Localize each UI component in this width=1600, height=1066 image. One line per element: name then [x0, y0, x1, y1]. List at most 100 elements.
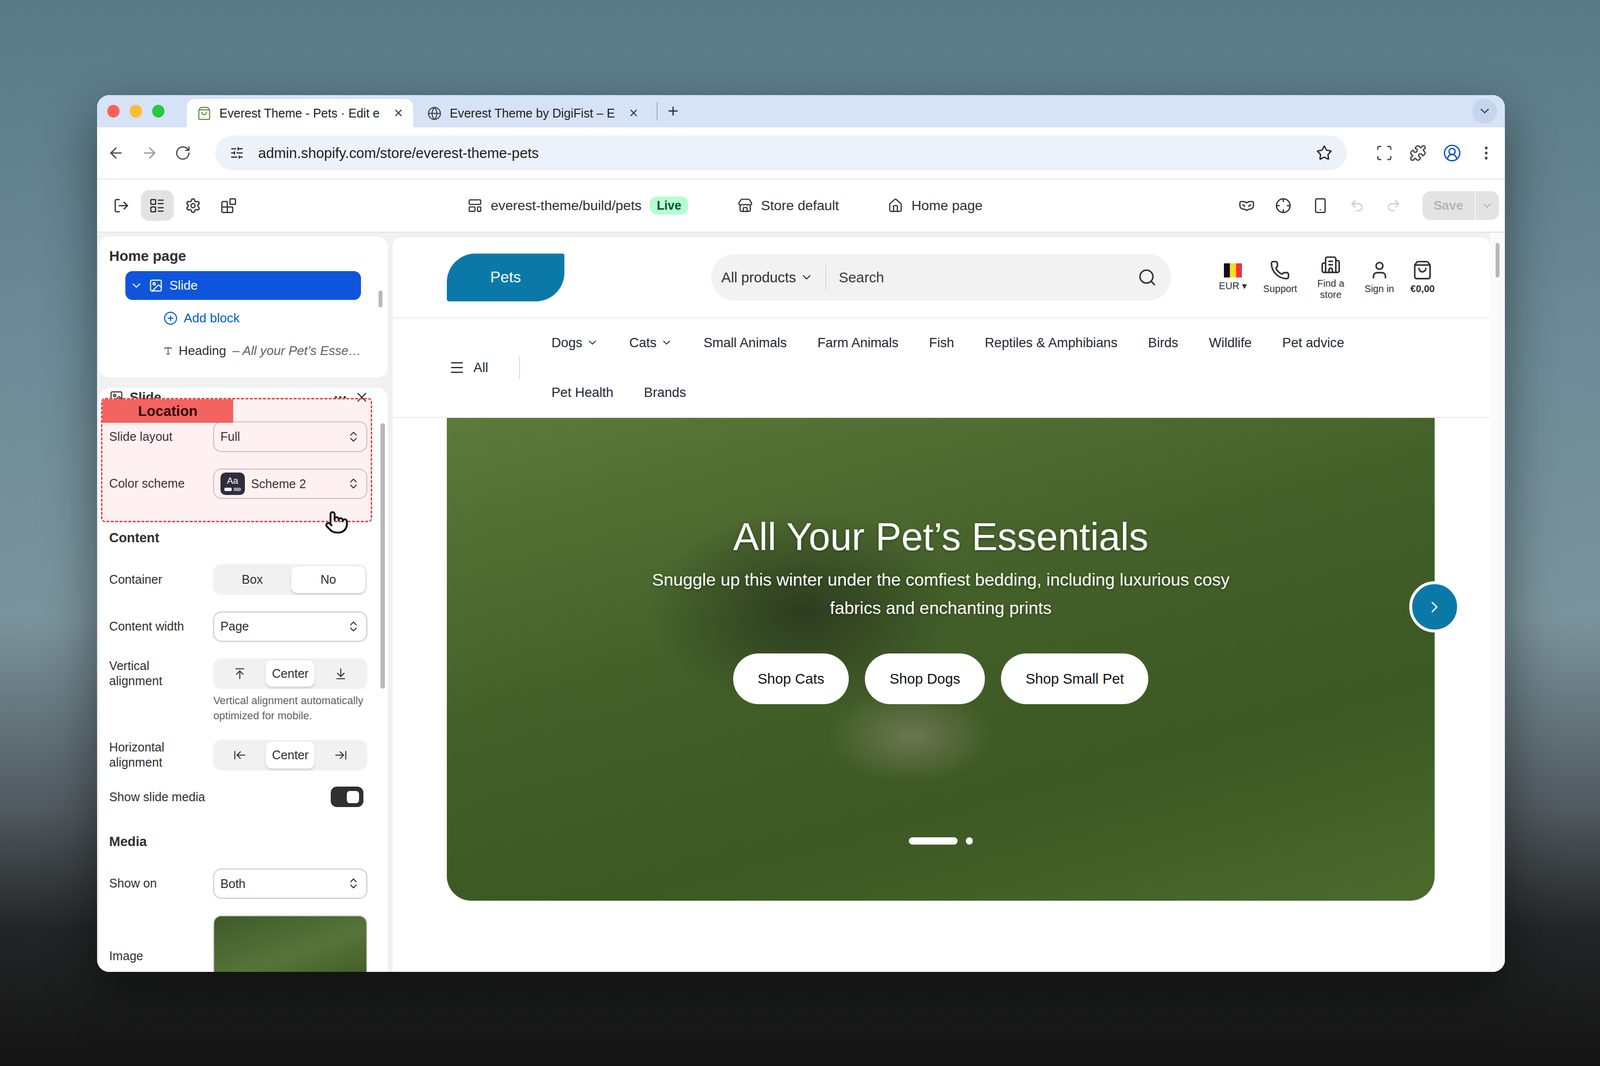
- hand-cursor-icon: [324, 510, 349, 535]
- hero-button[interactable]: Shop Dogs: [864, 653, 985, 705]
- segment-option[interactable]: [215, 741, 264, 769]
- nav-item[interactable]: Farm Animals: [817, 335, 899, 351]
- tab-label: Everest Theme by DigiFist – E: [449, 106, 615, 121]
- nav-item[interactable]: Brands: [643, 384, 686, 401]
- star-icon[interactable]: [1316, 144, 1333, 161]
- mobile-button[interactable]: [1303, 190, 1337, 221]
- segment-option[interactable]: No: [291, 566, 366, 593]
- segment-option[interactable]: Box: [215, 566, 290, 593]
- select[interactable]: Page: [213, 611, 368, 643]
- help-text: Vertical alignment automatically optimiz…: [213, 693, 368, 724]
- segment-option[interactable]: [316, 660, 366, 687]
- new-tab-button[interactable]: +: [656, 101, 679, 121]
- tree-item[interactable]: Add block: [125, 303, 361, 333]
- extensions-icon[interactable]: [1409, 144, 1427, 162]
- slide-dot[interactable]: [965, 837, 974, 845]
- nav-item[interactable]: Wildlife: [1208, 335, 1252, 351]
- scrollbar[interactable]: [380, 389, 385, 973]
- hero-button[interactable]: Shop Small Pet: [1000, 653, 1149, 705]
- nav-item[interactable]: Small Animals: [703, 335, 787, 351]
- tool-button[interactable]: [176, 190, 210, 221]
- text-icon: [163, 343, 173, 359]
- screenshot-icon[interactable]: [1375, 144, 1394, 162]
- segment-option[interactable]: [316, 741, 366, 769]
- header-action[interactable]: EUR ▾: [1219, 263, 1247, 293]
- redo-button[interactable]: [1377, 190, 1411, 221]
- slide-dot[interactable]: [908, 837, 958, 845]
- section-tree: Home pageSlideAdd blockHeading– All your…: [99, 236, 388, 378]
- segmented-control: Center: [213, 658, 368, 690]
- preview-button[interactable]: [1230, 190, 1263, 221]
- close-light[interactable]: [107, 104, 120, 118]
- nav-item[interactable]: Reptiles & Amphibians: [984, 335, 1118, 351]
- reload-icon[interactable]: [174, 144, 191, 161]
- action-label: Support: [1263, 283, 1298, 295]
- chevron-down-icon: [660, 336, 673, 349]
- theme-picker[interactable]: everest-theme/build/petsLive: [467, 196, 689, 215]
- editor-context: everest-theme/build/petsLive Store defaul…: [467, 196, 983, 215]
- select[interactable]: Both: [213, 868, 368, 900]
- profile-icon[interactable]: [1442, 143, 1462, 163]
- all-menu-button[interactable]: All: [448, 356, 520, 380]
- store-icon: [737, 198, 753, 214]
- header-action[interactable]: Find a store: [1313, 254, 1349, 301]
- segment-option[interactable]: [215, 660, 264, 687]
- browser-tab[interactable]: Everest Theme by DigiFist – E ×: [417, 99, 649, 128]
- tab-strip: Everest Theme - Pets · Edit e×Everest Th…: [97, 95, 1506, 128]
- forward-icon[interactable]: [140, 144, 159, 162]
- save-button[interactable]: Save: [1422, 191, 1475, 220]
- header-action[interactable]: Support: [1263, 260, 1298, 295]
- setting-field: Show onBoth: [109, 868, 372, 900]
- nav-item[interactable]: Pet Health: [551, 384, 614, 401]
- tree-list: Slide Add blockHeading– All your Pet’s Es…: [109, 271, 375, 378]
- tool-button[interactable]: [212, 190, 245, 221]
- action-label: Find a store: [1313, 278, 1349, 301]
- store-icon: [1320, 254, 1341, 276]
- scrollbar[interactable]: [378, 271, 383, 378]
- minimize-light[interactable]: [129, 104, 142, 118]
- undo-button[interactable]: [1340, 190, 1374, 221]
- back-icon[interactable]: [107, 144, 125, 162]
- scrollbar[interactable]: [1489, 232, 1505, 973]
- save-menu-button[interactable]: [1474, 191, 1500, 220]
- image-thumbnail[interactable]: [213, 915, 368, 973]
- header-action[interactable]: €0,00: [1410, 260, 1435, 295]
- nav-item[interactable]: Pet advice: [1282, 335, 1345, 351]
- nav-item[interactable]: Cats: [629, 335, 673, 351]
- setting-field: Image: [109, 915, 372, 973]
- toggle[interactable]: [330, 786, 364, 808]
- nav-item[interactable]: Fish: [929, 335, 955, 351]
- globe-icon: [427, 106, 442, 121]
- menu-icon[interactable]: [1477, 144, 1496, 162]
- search-bar[interactable]: All productsSearch: [711, 254, 1172, 301]
- address-bar[interactable]: admin.shopify.com/store/everest-theme-pe…: [215, 135, 1347, 171]
- tool-button[interactable]: [140, 190, 174, 221]
- hero-button[interactable]: Shop Cats: [733, 653, 849, 705]
- chevron-right-icon: [1425, 598, 1444, 617]
- tab-search-button[interactable]: [1472, 99, 1497, 124]
- tab-close[interactable]: ×: [394, 104, 403, 122]
- store-picker[interactable]: Store default: [737, 197, 840, 214]
- next-slide-button[interactable]: [1409, 581, 1461, 633]
- header-action[interactable]: Sign in: [1364, 260, 1395, 295]
- store-logo[interactable]: Pets: [446, 253, 565, 302]
- category-select[interactable]: All products: [721, 269, 814, 286]
- zoom-light[interactable]: [152, 104, 165, 118]
- segment-option[interactable]: Center: [265, 660, 315, 687]
- nav-item[interactable]: Birds: [1148, 335, 1179, 351]
- page-picker[interactable]: Home page: [887, 197, 983, 214]
- tab-label: Everest Theme - Pets · Edit e: [219, 106, 380, 121]
- tree-item[interactable]: Heading– All your Pet’s Esse…: [125, 336, 361, 366]
- nav-item[interactable]: Dogs: [551, 335, 599, 351]
- tab-close[interactable]: ×: [629, 104, 639, 122]
- segment-option[interactable]: Center: [265, 741, 315, 769]
- inspector-button[interactable]: [1267, 190, 1300, 221]
- tree-item[interactable]: Slide: [125, 271, 361, 300]
- location-annotation: Location: [100, 398, 373, 523]
- field-label: Show slide media: [109, 789, 222, 805]
- tool-button[interactable]: [104, 190, 138, 221]
- browser-tab[interactable]: Everest Theme - Pets · Edit e ×: [186, 99, 414, 128]
- setting-field: Vertical alignmentCenterVertical alignme…: [109, 658, 372, 724]
- belgium-flag-icon: [1223, 263, 1243, 278]
- theme-icon: [467, 198, 483, 214]
